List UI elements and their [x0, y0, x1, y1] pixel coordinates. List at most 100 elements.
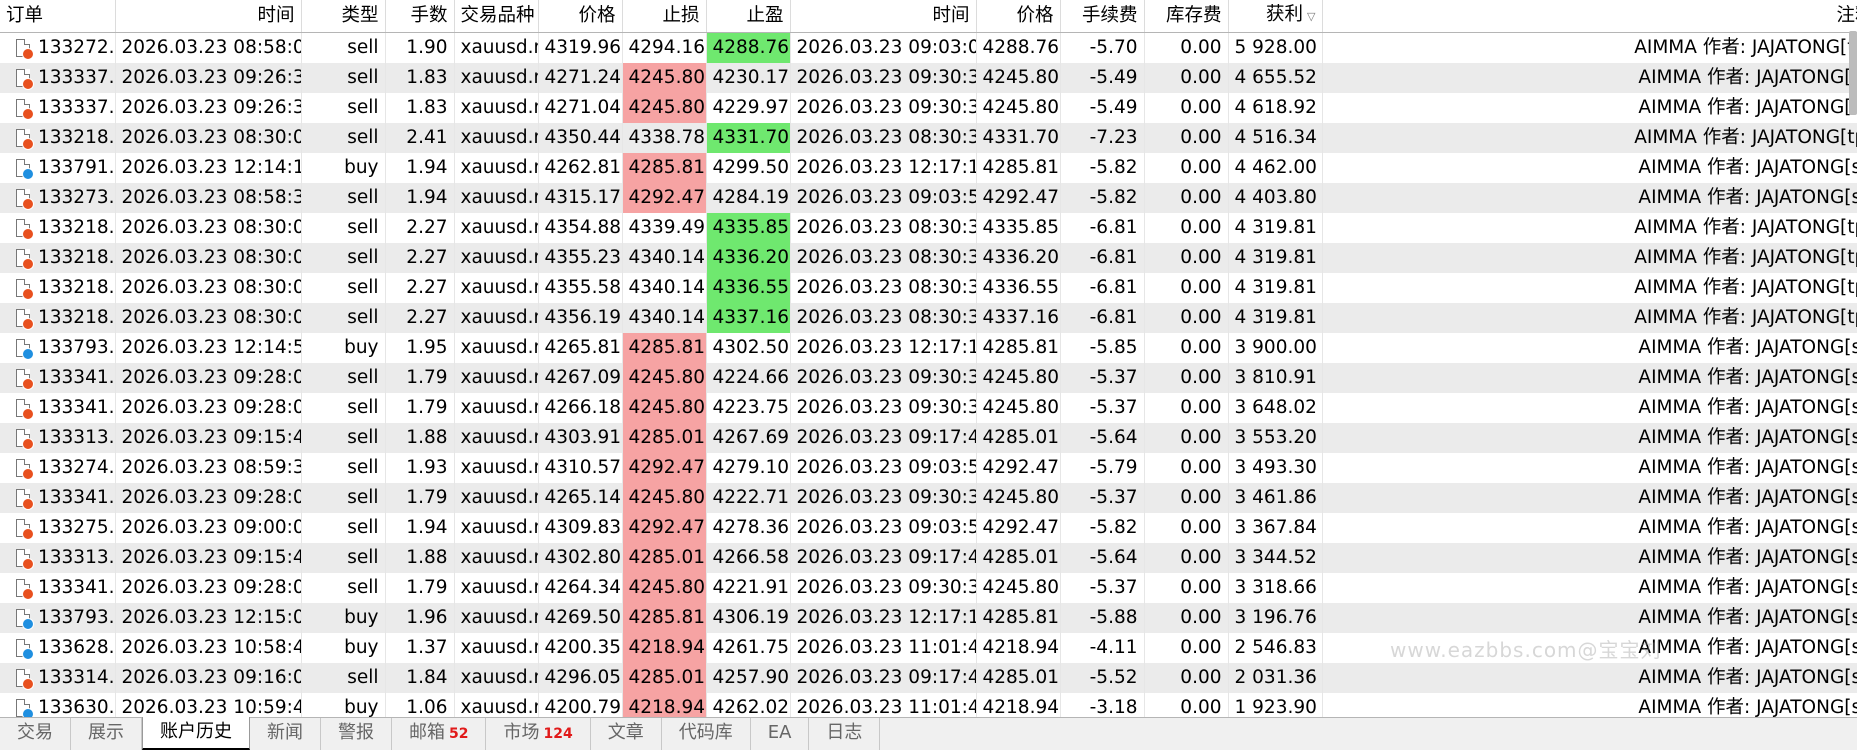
table-row[interactable]: 133218...2026.03.23 08:30:00sell2.27xauu… [0, 303, 1857, 333]
rows-body: 133272...2026.03.23 08:58:00sell1.90xauu… [0, 32, 1857, 717]
table-row[interactable]: 133341...2026.03.23 09:28:07sell1.79xauu… [0, 483, 1857, 513]
cell-price-open: 4200.35 [538, 633, 623, 663]
cell-price-open: 4269.50 [538, 603, 623, 633]
tab-7[interactable]: 文章 [591, 718, 662, 750]
cell-swap: 0.00 [1144, 663, 1229, 693]
tab-badge: 52 [449, 726, 469, 742]
order-id: 133341... [38, 577, 115, 598]
cell-type: buy [301, 633, 386, 663]
cell-sl: 4285.81 [622, 153, 707, 183]
table-row[interactable]: 133274...2026.03.23 08:59:32sell1.93xauu… [0, 453, 1857, 483]
vertical-scrollbar[interactable] [1849, 31, 1857, 115]
sell-order-icon [16, 309, 34, 330]
table-row[interactable]: 133313...2026.03.23 09:15:45sell1.88xauu… [0, 423, 1857, 453]
cell-time-close: 2026.03.23 12:17:13 [790, 603, 977, 633]
cell-price-open: 4265.14 [538, 483, 623, 513]
cell-comment: AIMMA 作者: JAJATONG[tp] [1322, 243, 1857, 273]
cell-lots: 1.06 [385, 693, 455, 717]
sell-order-icon [16, 279, 34, 300]
cell-price-open: 4355.23 [538, 243, 623, 273]
cell-profit: 3 196.76 [1228, 603, 1323, 633]
cell-price-close: 4245.80 [976, 483, 1061, 513]
tab-2[interactable]: 账户历史 [142, 717, 250, 750]
cell-time-close: 2026.03.23 09:30:31 [790, 393, 977, 423]
table-row[interactable]: 133272...2026.03.23 08:58:00sell1.90xauu… [0, 32, 1857, 63]
cell-symbol: xauusd.n [454, 573, 539, 603]
col-header-commission[interactable]: 手续费 [1060, 0, 1145, 33]
table-row[interactable]: 133341...2026.03.23 09:28:07sell1.79xauu… [0, 393, 1857, 423]
col-header-time-close[interactable]: 时间 [790, 0, 977, 33]
table-row[interactable]: 133337...2026.03.23 09:26:32sell1.83xauu… [0, 63, 1857, 93]
table-row[interactable]: 133218...2026.03.23 08:30:00sell2.27xauu… [0, 243, 1857, 273]
cell-comment: AIMMA 作者: JAJATONG[sl] [1322, 573, 1857, 603]
table-row[interactable]: 133793...2026.03.23 12:15:02buy1.96xauus… [0, 603, 1857, 633]
tab-5[interactable]: 邮箱 52 [392, 718, 487, 750]
col-header-price-close[interactable]: 价格 [976, 0, 1061, 33]
cell-commission: -5.88 [1060, 603, 1145, 633]
sell-order-icon [16, 39, 34, 60]
cell-price-open: 4267.09 [538, 363, 623, 393]
tab-9[interactable]: EA [751, 718, 810, 750]
col-header-lots[interactable]: 手数 [385, 0, 455, 33]
sell-order-icon [16, 399, 34, 420]
tab-3[interactable]: 新闻 [250, 718, 321, 750]
table-row[interactable]: 133218...2026.03.23 08:30:01sell2.27xauu… [0, 213, 1857, 243]
cell-comment: AIMMA 作者: JAJATONG[tp] [1322, 273, 1857, 303]
cell-type: sell [301, 573, 386, 603]
cell-lots: 1.83 [385, 93, 455, 123]
cell-commission: -5.79 [1060, 453, 1145, 483]
cell-time-open: 2026.03.23 08:58:35 [115, 183, 302, 213]
table-row[interactable]: 133218...2026.03.23 08:30:05sell2.41xauu… [0, 123, 1857, 153]
cell-profit: 4 516.34 [1228, 123, 1323, 153]
col-header-price-open[interactable]: 价格 [538, 0, 623, 33]
table-row[interactable]: 133341...2026.03.23 09:28:00sell1.79xauu… [0, 363, 1857, 393]
table-row[interactable]: 133628...2026.03.23 10:58:48buy1.37xauus… [0, 633, 1857, 663]
col-header-symbol[interactable]: 交易品种 [454, 0, 539, 33]
cell-symbol: xauusd.n [454, 273, 539, 303]
cell-time-open: 2026.03.23 08:59:32 [115, 453, 302, 483]
table-row[interactable]: 133273...2026.03.23 08:58:35sell1.94xauu… [0, 183, 1857, 213]
table-row[interactable]: 133313...2026.03.23 09:15:49sell1.88xauu… [0, 543, 1857, 573]
tab-0[interactable]: 交易 [0, 718, 71, 750]
cell-comment: AIMMA 作者: JAJATONG[sl] [1322, 453, 1857, 483]
cell-symbol: xauusd.n [454, 32, 539, 63]
cell-type: buy [301, 153, 386, 183]
table-row[interactable]: 133337...2026.03.23 09:26:32sell1.83xauu… [0, 93, 1857, 123]
cell-time-open: 2026.03.23 12:14:19 [115, 153, 302, 183]
table-row[interactable]: 133341...2026.03.23 09:28:07sell1.79xauu… [0, 573, 1857, 603]
col-header-profit[interactable]: 获利 ▽ [1228, 0, 1323, 33]
tab-1[interactable]: 展示 [71, 718, 142, 750]
table-row[interactable]: 133793...2026.03.23 12:14:54buy1.95xauus… [0, 333, 1857, 363]
cell-sl: 4285.81 [622, 603, 707, 633]
tab-label: 文章 [607, 722, 644, 743]
col-header-swap[interactable]: 库存费 [1144, 0, 1229, 33]
col-header-order[interactable]: 订单 [0, 0, 116, 33]
cell-time-open: 2026.03.23 09:16:08 [115, 663, 302, 693]
tab-10[interactable]: 日志 [809, 718, 881, 750]
cell-order: 133313... [0, 543, 116, 573]
tab-4[interactable]: 警报 [321, 718, 392, 750]
order-id: 133337... [38, 97, 115, 118]
col-header-time-open[interactable]: 时间 [115, 0, 302, 33]
cell-time-close: 2026.03.23 09:30:31 [790, 483, 977, 513]
cell-order: 133218... [0, 303, 116, 333]
col-header-comment[interactable]: 注释 [1322, 0, 1857, 33]
col-header-type[interactable]: 类型 [301, 0, 386, 33]
col-header-sl[interactable]: 止损 [622, 0, 707, 33]
cell-order: 133218... [0, 213, 116, 243]
table-row[interactable]: 133630...2026.03.23 10:59:48buy1.06xauus… [0, 693, 1857, 717]
col-header-label: 获利 [1266, 4, 1304, 25]
cell-sl: 4218.94 [622, 633, 707, 663]
order-id: 133341... [38, 397, 115, 418]
cell-profit: 4 319.81 [1228, 243, 1323, 273]
table-row[interactable]: 133314...2026.03.23 09:16:08sell1.84xauu… [0, 663, 1857, 693]
order-id: 133628... [38, 637, 115, 658]
table-row[interactable]: 133275...2026.03.23 09:00:03sell1.94xauu… [0, 513, 1857, 543]
table-row[interactable]: 133218...2026.03.23 08:30:00sell2.27xauu… [0, 273, 1857, 303]
tab-6[interactable]: 市场 124 [486, 718, 591, 750]
tab-8[interactable]: 代码库 [662, 718, 751, 750]
table-row[interactable]: 133791...2026.03.23 12:14:19buy1.94xauus… [0, 153, 1857, 183]
cell-tp: 4266.58 [706, 543, 791, 573]
cell-tp: 4288.76 [706, 32, 791, 63]
col-header-tp[interactable]: 止盈 [706, 0, 791, 33]
